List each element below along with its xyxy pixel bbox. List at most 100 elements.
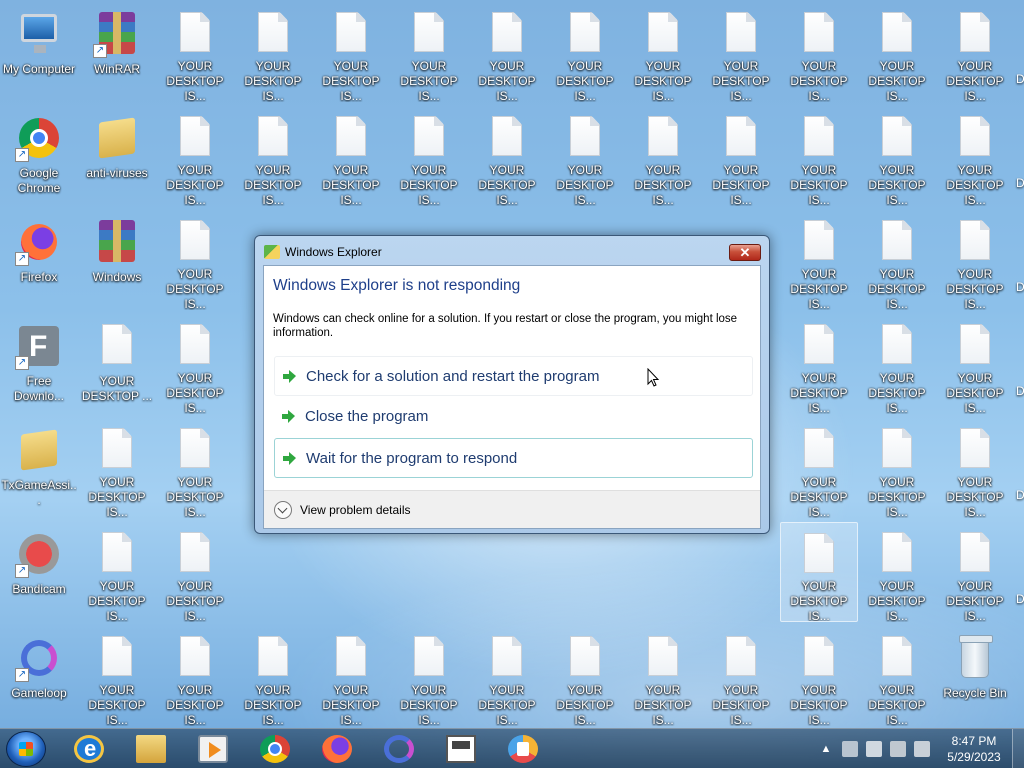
- show-hidden-icons-button[interactable]: ▲: [818, 741, 834, 757]
- desktop-icon-label: YOUR DESKTOP IS...: [790, 683, 848, 726]
- desktop-icon-ransom-note[interactable]: YOUR DESKTOP IS...: [468, 626, 546, 726]
- taskbar-app[interactable]: [434, 732, 488, 766]
- desktop-icon-ransom-note[interactable]: YOUR DESKTOP IS...: [156, 314, 234, 414]
- taskbar-internet-explorer[interactable]: [62, 732, 116, 766]
- desktop-icon-ransom-note[interactable]: YOUR DESKTOP IS...: [858, 314, 936, 414]
- dialog-title: Windows Explorer: [285, 245, 382, 259]
- desktop-icon-winrar[interactable]: ↗ WinRAR: [78, 2, 156, 102]
- desktop-icon-ransom-note[interactable]: YOUR DESKTOP IS...: [780, 106, 858, 206]
- devices-icon[interactable]: [890, 741, 906, 757]
- desktop-icon-label: YOUR DESKTOP IS...: [478, 59, 536, 102]
- folder-icon: [136, 735, 166, 763]
- desktop-icon-my-computer[interactable]: My Computer: [0, 2, 78, 102]
- desktop-icon-ransom-note[interactable]: YOUR DESKTOP IS...: [936, 314, 1014, 414]
- desktop-icon-ransom-note[interactable]: YOUR DESKTOP IS...: [312, 626, 390, 726]
- desktop-icon-ransom-note[interactable]: YOUR DESKTOP IS...: [156, 522, 234, 622]
- desktop-icon-ransom-note[interactable]: YOUR DESKTOP IS...: [390, 2, 468, 102]
- close-program-button[interactable]: Close the program: [274, 397, 753, 437]
- firefox-icon: [322, 735, 352, 763]
- desktop-icon-bandicam[interactable]: ↗ Bandicam: [0, 522, 78, 622]
- desktop-icon-label: YOUR DESKTOP IS...: [868, 267, 926, 310]
- desktop-icon-label: YOUR DESKTOP IS...: [244, 163, 302, 206]
- wait-for-program-button[interactable]: Wait for the program to respond: [274, 438, 753, 478]
- desktop-icon-ransom-note[interactable]: YOUR DESKTOP IS...: [702, 626, 780, 726]
- text-document-icon: [873, 530, 921, 575]
- desktop-icon-ransom-note[interactable]: YOUR DESKTOP IS...: [702, 2, 780, 102]
- desktop-icon-ransom-note[interactable]: YOUR DESKTOP IS...: [858, 418, 936, 518]
- desktop-icon-ransom-note[interactable]: YOUR DESKTOP IS...: [78, 418, 156, 518]
- taskbar-file-explorer[interactable]: [124, 732, 178, 766]
- desktop-icon-label: YOUR DESKTOP IS...: [790, 371, 848, 414]
- desktop-icon-ransom-note[interactable]: YOUR DESKTOP IS...: [624, 2, 702, 102]
- view-problem-details-link[interactable]: View problem details: [300, 503, 411, 517]
- desktop-icon-firefox[interactable]: ↗ Firefox: [0, 210, 78, 310]
- taskbar-firefox[interactable]: [310, 732, 364, 766]
- desktop-icon-txgame[interactable]: TxGameAssi...: [0, 418, 78, 518]
- desktop-icon-ransom-note[interactable]: YOUR DESKTOP IS...: [546, 626, 624, 726]
- desktop-icon-ransom-note[interactable]: YOUR DESKTOP IS...: [780, 418, 858, 518]
- desktop-icon-google-chrome[interactable]: ↗ Google Chrome: [0, 106, 78, 206]
- desktop-icon-ransom-note[interactable]: YOUR DESKTOP ...: [78, 314, 156, 414]
- desktop-icon-recycle-bin[interactable]: Recycle Bin: [936, 626, 1014, 726]
- taskbar-media-player[interactable]: [186, 732, 240, 766]
- desktop-icon-ransom-note[interactable]: YOUR DESKTOP IS...: [858, 626, 936, 726]
- desktop-icon-ransom-note[interactable]: YOUR DESKTOP IS...: [468, 106, 546, 206]
- desktop-icon-ransom-note[interactable]: YOUR DESKTOP IS...: [780, 210, 858, 310]
- show-desktop-button[interactable]: [1012, 729, 1024, 768]
- start-button[interactable]: [6, 731, 46, 767]
- desktop-icon-gameloop[interactable]: ↗ Gameloop: [0, 626, 78, 726]
- desktop-icon-ransom-note[interactable]: YOUR DESKTOP IS...: [390, 106, 468, 206]
- text-document-icon: [561, 634, 609, 679]
- close-button[interactable]: ✕: [729, 244, 761, 261]
- desktop-icon-ransom-note[interactable]: YOUR DESKTOP IS...: [78, 522, 156, 622]
- desktop-icon-ransom-note[interactable]: YOUR DESKTOP IS...: [468, 2, 546, 102]
- action-center-icon[interactable]: [842, 741, 858, 757]
- desktop-icon-ransom-note[interactable]: YOUR DESKTOP IS...: [858, 2, 936, 102]
- desktop-icon-ransom-note[interactable]: YOUR DESKTOP IS...: [390, 626, 468, 726]
- desktop-icon-label: YOUR DESKTOP IS...: [166, 371, 224, 414]
- desktop-icon-anti-viruses[interactable]: anti-viruses: [78, 106, 156, 206]
- desktop-icon-ransom-note[interactable]: YOUR DESKTOP IS...: [156, 418, 234, 518]
- check-solution-restart-button[interactable]: Check for a solution and restart the pro…: [274, 356, 753, 396]
- expand-details-button[interactable]: [274, 501, 292, 519]
- taskbar-chrome[interactable]: [248, 732, 302, 766]
- desktop-icon-ransom-note[interactable]: YOUR DESKTOP IS...: [156, 626, 234, 726]
- desktop-icon-ransom-note[interactable]: YOUR DESKTOP IS...: [234, 106, 312, 206]
- network-error-icon[interactable]: [866, 741, 882, 757]
- desktop-icon-ransom-note[interactable]: YOUR DESKTOP IS...: [624, 626, 702, 726]
- desktop-icon-ransom-note[interactable]: YOUR DESKTOP IS...: [234, 2, 312, 102]
- desktop-icon-label: YOUR DESKTOP IS...: [868, 683, 926, 726]
- desktop-icon-ransom-note[interactable]: YOUR DESKTOP IS...: [936, 106, 1014, 206]
- desktop-icon-ransom-note[interactable]: YOUR DESKTOP IS...: [312, 106, 390, 206]
- desktop-icon-ransom-note[interactable]: YOUR DESKTOP IS...: [156, 210, 234, 310]
- desktop-icon-ransom-note[interactable]: YOUR DESKTOP IS...: [780, 626, 858, 726]
- desktop-icon-ransom-note[interactable]: YOUR DESKTOP IS...: [312, 2, 390, 102]
- desktop-icon-ransom-note[interactable]: YOUR DESKTOP IS...: [936, 2, 1014, 102]
- desktop-icon-ransom-note[interactable]: YOUR DESKTOP IS...: [936, 522, 1014, 622]
- desktop-icon-free-download[interactable]: ↗ Free Downlo...: [0, 314, 78, 414]
- clock[interactable]: 8:47 PM 5/29/2023: [936, 733, 1012, 765]
- taskbar-gameloop[interactable]: [372, 732, 426, 766]
- desktop-icon-ransom-note[interactable]: YOUR DESKTOP IS...: [546, 2, 624, 102]
- desktop-icon-ransom-note[interactable]: YOUR DESKTOP IS...: [702, 106, 780, 206]
- desktop-icon-ransom-note[interactable]: YOUR DESKTOP IS...: [156, 2, 234, 102]
- volume-muted-icon[interactable]: [914, 741, 930, 757]
- desktop-icon-windows[interactable]: Windows: [78, 210, 156, 310]
- desktop-icon-ransom-note[interactable]: YOUR DESKTOP IS...: [858, 522, 936, 622]
- taskbar-security-app[interactable]: [496, 732, 550, 766]
- desktop-icon-ransom-note[interactable]: YOUR DESKTOP IS...: [858, 106, 936, 206]
- dialog-titlebar[interactable]: Windows Explorer ✕: [255, 236, 769, 266]
- desktop-icon-ransom-note[interactable]: YOUR DESKTOP IS...: [936, 418, 1014, 518]
- desktop-icon-ransom-note[interactable]: YOUR DESKTOP IS...: [546, 106, 624, 206]
- desktop-icon-ransom-note[interactable]: YOUR DESKTOP IS...: [780, 314, 858, 414]
- desktop-icon-ransom-note[interactable]: YOUR DESKTOP IS...: [780, 522, 858, 622]
- desktop-icon-ransom-note[interactable]: YOUR DESKTOP IS...: [936, 210, 1014, 310]
- desktop-icon-label: YOUR DESKTOP IS...: [400, 59, 458, 102]
- desktop-icon-ransom-note[interactable]: YOUR DESKTOP IS...: [234, 626, 312, 726]
- desktop-icon-ransom-note[interactable]: YOUR DESKTOP IS...: [78, 626, 156, 726]
- desktop-icon-ransom-note[interactable]: YOUR DESKTOP IS...: [858, 210, 936, 310]
- desktop-icon-ransom-note[interactable]: YOUR DESKTOP IS...: [624, 106, 702, 206]
- winrar-icon: ↗: [93, 10, 141, 58]
- desktop-icon-ransom-note[interactable]: YOUR DESKTOP IS...: [780, 2, 858, 102]
- desktop-icon-ransom-note[interactable]: YOUR DESKTOP IS...: [156, 106, 234, 206]
